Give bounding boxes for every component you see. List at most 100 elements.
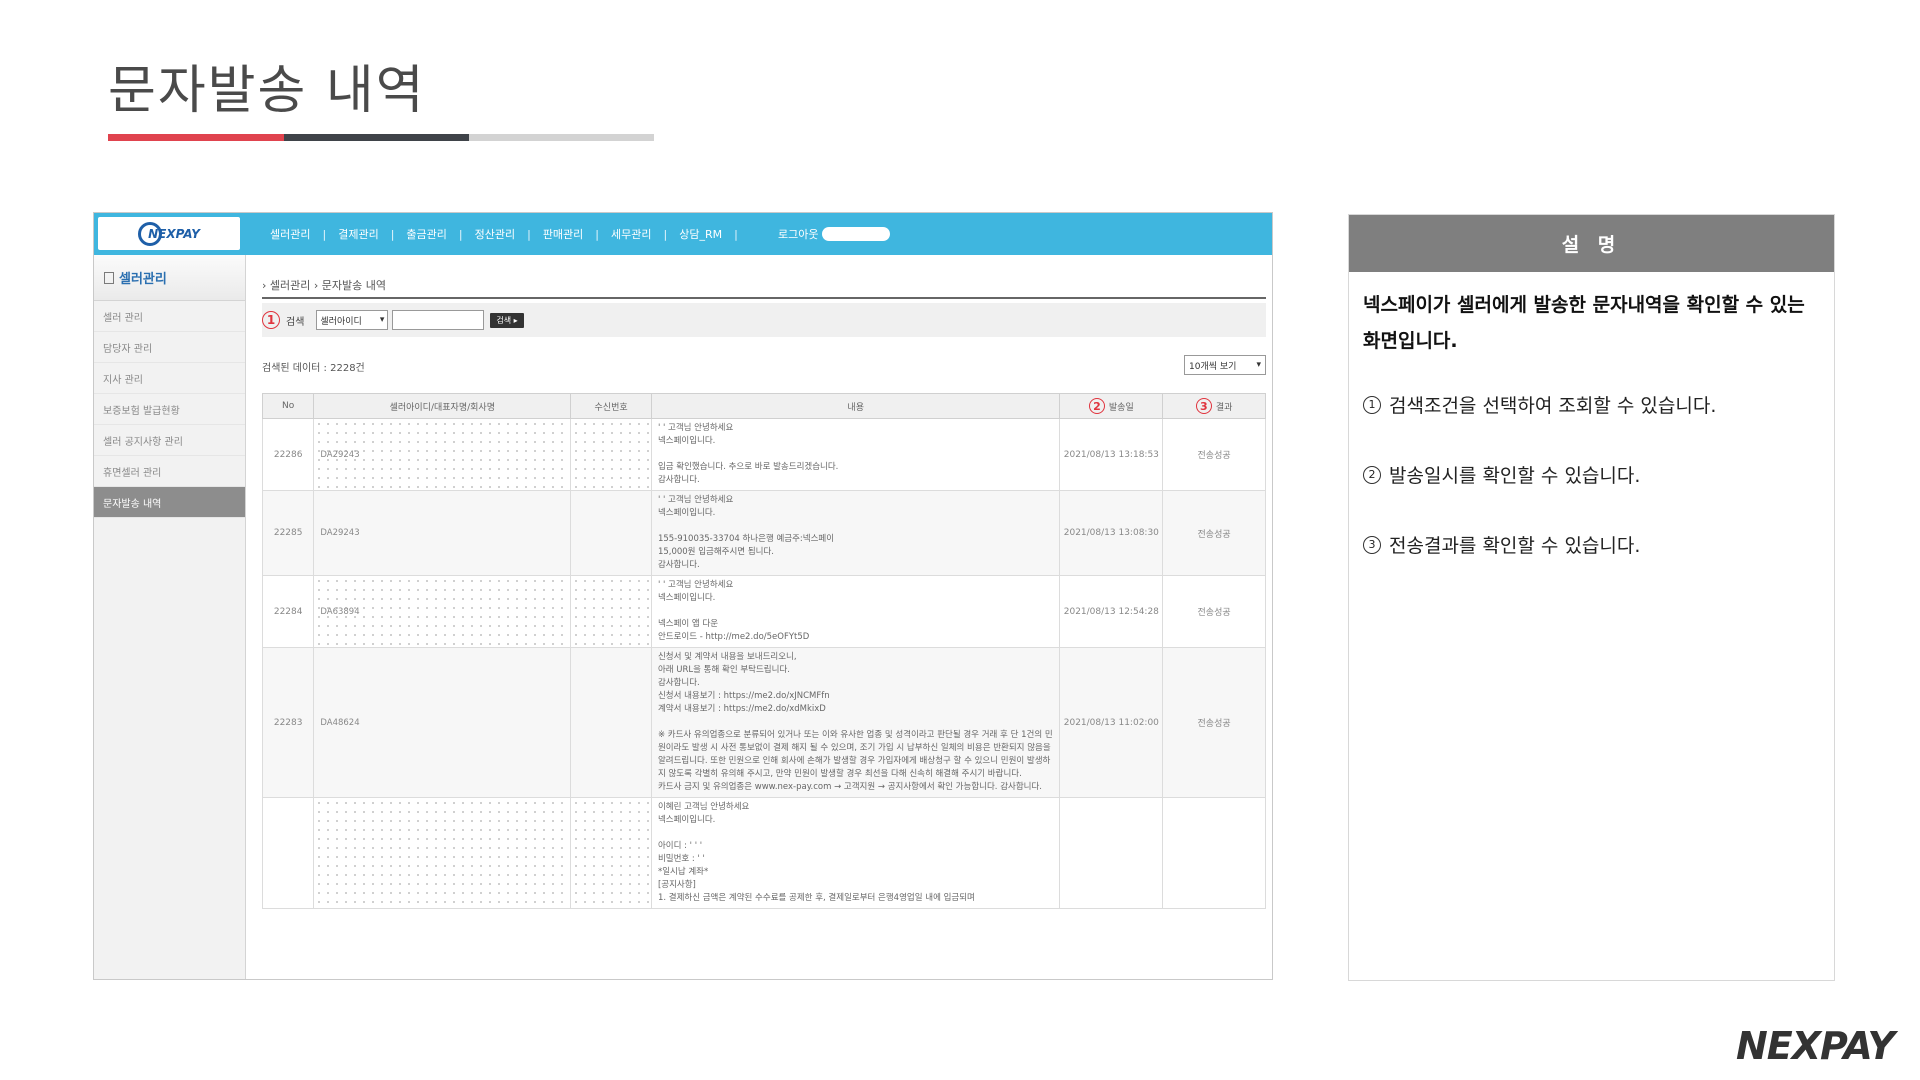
cell-phone [570, 490, 652, 576]
nav-item-5[interactable]: 세무관리 [611, 226, 651, 242]
column-header-content: 내용 [650, 393, 1061, 419]
brand-logo: NEXPAY [1736, 1024, 1895, 1068]
nav-menu: 셀러관리 | 결제관리 | 출금관리 | 정산관리 | 판매관리 | 세무관리 | 상담_RM | [270, 213, 750, 255]
marker-2: 2 [1088, 398, 1105, 414]
column-header-no: No [261, 393, 315, 419]
column-header-phone: 수신번호 [570, 393, 652, 419]
point-number-icon: 2 [1363, 465, 1381, 484]
nav-separator: | [458, 227, 463, 241]
marker-1: 1 [262, 311, 280, 329]
description-header: 설 명 [1349, 215, 1834, 272]
table-row[interactable]: 22286 DA29243 ' ' 고객님 안녕하세요 넥스페이입니다. 입금 확인… [261, 418, 1266, 491]
cell-phone [570, 575, 652, 648]
per-page-select[interactable]: 10개씩 보기 ▾ [1184, 355, 1266, 375]
nav-separator: | [527, 227, 531, 241]
cell-phone [570, 797, 652, 909]
column-header-date: 2 발송일 [1059, 393, 1164, 419]
sidebar-item-6[interactable]: 문자발송 내역 [94, 487, 245, 518]
nav-item-3[interactable]: 정산관리 [475, 226, 515, 242]
cell-phone [570, 647, 652, 798]
table-row[interactable]: 22285 DA29243 ' ' 고객님 안녕하세요 넥스페이입니다. 155-9… [261, 490, 1266, 576]
nexpay-logo[interactable]: NEXPAY [98, 217, 240, 250]
cell-message: ' ' 고객님 안녕하세요 넥스페이입니다. 155-910035-33704 … [650, 490, 1061, 576]
logout-link[interactable]: 로그아웃 [778, 226, 818, 242]
column-header-seller: 셀러아이디/대표자명/회사명 [313, 393, 572, 419]
point-number-icon: 3 [1363, 535, 1381, 554]
sidebar-item-4[interactable]: 셀러 공지사항 관리 [94, 425, 245, 456]
cell-no [261, 797, 315, 909]
cell-seller: DA48624 [313, 647, 572, 798]
cell-no: 22285 [261, 490, 315, 576]
cell-date [1059, 797, 1164, 909]
point-text: 발송일시를 확인할 수 있습니다. [1389, 465, 1641, 487]
cell-result: 전송성공 [1162, 490, 1266, 576]
user-badge [822, 227, 891, 241]
description-panel: 설 명 넥스페이가 셀러에게 발송한 문자내역을 확인할 수 있는 화면입니다.… [1348, 214, 1835, 981]
chevron-down-icon: ▾ [1256, 360, 1261, 370]
nav-item-1[interactable]: 결제관리 [338, 226, 378, 242]
nav-separator: | [390, 227, 395, 241]
table-row[interactable]: 이혜린 고객님 안녕하세요 넥스페이입니다. 아이디 : ' ' ' 비밀번호 … [261, 797, 1266, 909]
nav-item-2[interactable]: 출금관리 [406, 226, 446, 242]
search-bar: 1 검색 셀러아이디 ▾ 검색 ▸ [262, 303, 1266, 337]
nav-separator: | [322, 227, 327, 241]
nav-item-0[interactable]: 셀러관리 [270, 226, 310, 242]
description-intro: 넥스페이가 셀러에게 발송한 문자내역을 확인할 수 있는 화면입니다. [1363, 294, 1805, 352]
description-point-3: 3 전송결과를 확인할 수 있습니다. [1363, 531, 1640, 558]
sidebar-item-2[interactable]: 지사 관리 [94, 363, 245, 394]
sms-history-table: No 셀러아이디/대표자명/회사명 수신번호 내용 2 발송일 3 결과 22286… [261, 393, 1266, 909]
search-label: 검색 [286, 316, 305, 328]
page-title: 문자발송 내역 [108, 61, 426, 121]
document-icon [104, 271, 114, 284]
top-navigation: NEXPAY 셀러관리 | 결제관리 | 출금관리 | 정산관리 | 판매관리 | 세무관리 | 상담_… [94, 213, 1272, 255]
title-underline [108, 134, 654, 141]
point-text: 검색조건을 선택하여 조회할 수 있습니다. [1389, 395, 1717, 417]
logout-area[interactable]: 로그아웃 [778, 226, 891, 242]
sidebar-item-0[interactable]: 셀러 관리 [94, 301, 245, 332]
cell-message: 신청서 및 계약서 내용을 보내드리오니, 아래 URL을 통해 확인 부탁드립… [650, 647, 1061, 798]
nav-item-4[interactable]: 판매관리 [543, 226, 583, 242]
column-header-result: 3 결과 [1162, 393, 1266, 419]
cell-date: 2021/08/13 13:08:30 [1059, 490, 1164, 576]
nav-item-6[interactable]: 상담_RM [679, 226, 722, 242]
sidebar-item-1[interactable]: 담당자 관리 [94, 332, 245, 363]
main-content: › 셀러관리 › 문자발송 내역 1 검색 셀러아이디 ▾ 검색 ▸ 검색된 데… [261, 255, 1266, 979]
cell-date: 2021/08/13 11:02:00 [1059, 647, 1164, 798]
cell-seller [313, 797, 572, 909]
chevron-down-icon: ▾ [379, 315, 385, 325]
description-point-1: 1 검색조건을 선택하여 조회할 수 있습니다. [1363, 391, 1716, 418]
table-row[interactable]: 22283 DA48624 신청서 및 계약서 내용을 보내드리오니, 아래 URL… [261, 647, 1266, 798]
cell-phone [570, 418, 652, 491]
search-type-select[interactable]: 셀러아이디 ▾ [316, 310, 389, 330]
cell-date: 2021/08/13 12:54:28 [1059, 575, 1164, 648]
sidebar-item-5[interactable]: 휴면셀러 관리 [94, 456, 245, 487]
divider [262, 297, 1266, 299]
cell-no: 22286 [261, 418, 315, 491]
cell-message: ' ' 고객님 안녕하세요 넥스페이입니다. 넥스페이 앱 다운 안드로이드 -… [650, 575, 1061, 648]
point-text: 전송결과를 확인할 수 있습니다. [1389, 535, 1641, 557]
breadcrumb: › 셀러관리 › 문자발송 내역 [262, 279, 386, 292]
nav-separator: | [734, 227, 738, 241]
cell-result: 전송성공 [1162, 418, 1266, 491]
cell-result [1162, 797, 1266, 909]
cell-no: 22283 [261, 647, 315, 798]
table-row[interactable]: 22284 DA63894 ' ' 고객님 안녕하세요 넥스페이입니다. 넥스페이 … [261, 575, 1266, 648]
sidebar-header: 셀러관리 [94, 255, 245, 301]
cell-message: 이혜린 고객님 안녕하세요 넥스페이입니다. 아이디 : ' ' ' 비밀번호 … [650, 797, 1061, 909]
nav-separator: | [663, 227, 668, 241]
result-count: 검색된 데이터 : 2228건 [262, 363, 365, 374]
cell-result: 전송성공 [1162, 575, 1266, 648]
nav-separator: | [595, 227, 600, 241]
search-button[interactable]: 검색 ▸ [490, 312, 524, 328]
marker-3: 3 [1195, 398, 1212, 414]
cell-date: 2021/08/13 13:18:53 [1059, 418, 1164, 491]
app-screenshot: NEXPAY 셀러관리 | 결제관리 | 출금관리 | 정산관리 | 판매관리 | 세무관리 | 상담_… [93, 212, 1273, 980]
search-input[interactable] [392, 310, 485, 330]
cell-message: ' ' 고객님 안녕하세요 넥스페이입니다. 입금 확인했습니다. 추으로 바로… [650, 418, 1061, 491]
sidebar-item-3[interactable]: 보증보험 발급현황 [94, 394, 245, 425]
cell-seller: DA29243 [313, 418, 572, 491]
cell-seller: DA29243 [313, 490, 572, 576]
cell-no: 22284 [261, 575, 315, 648]
description-point-2: 2 발송일시를 확인할 수 있습니다. [1363, 461, 1640, 488]
cell-result: 전송성공 [1162, 647, 1266, 798]
